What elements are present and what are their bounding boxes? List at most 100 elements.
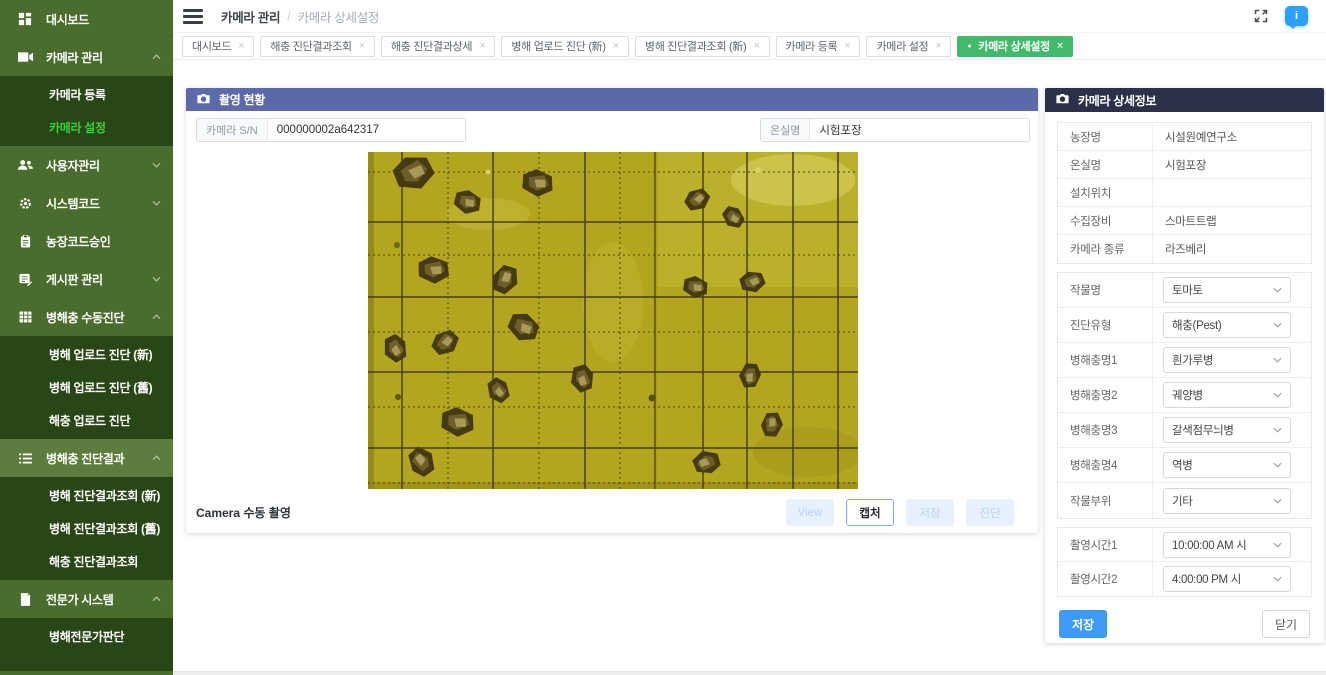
tab-camera-settings[interactable]: 카메라 설정 × (866, 36, 951, 57)
table-row: 설치위치 (1058, 179, 1311, 207)
sidebar-item-disease-result-search-old[interactable]: 병해 진단결과조회 (舊) (0, 512, 173, 545)
tab-camera-detail-settings[interactable]: ● 카메라 상세설정 × (957, 36, 1073, 57)
sidebar-item-user-management[interactable]: 사용자관리 (0, 146, 173, 184)
table-grid-icon (17, 311, 33, 323)
pest-name4-select[interactable]: 역병 (1163, 452, 1291, 478)
close-icon[interactable]: × (238, 41, 244, 52)
sidebar-item-label: 사용자관리 (46, 157, 152, 174)
diagnosis-settings-table: 작물명 토마토 진단유형 해충(Pest) 병해충명1 (1057, 272, 1312, 519)
camera-sn-group: 카메라 S/N (196, 118, 466, 142)
save-capture-button[interactable]: 저장 (906, 499, 954, 526)
tab-pest-diagnosis-result[interactable]: 해충 진단결과조회 × (260, 36, 374, 57)
diagnose-button[interactable]: 진단 (966, 499, 1014, 526)
tab-disease-upload-diagnosis-new[interactable]: 병해 업로드 진단 (新) × (501, 36, 629, 57)
row-label: 병해충명2 (1058, 378, 1153, 412)
select-value: 4:00:00 PM 시 (1172, 571, 1241, 587)
manual-capture-label: Camera 수동 촬영 (196, 504, 291, 521)
greenhouse-group: 온실명 (760, 118, 1030, 142)
tab-camera-register[interactable]: 카메라 등록 × (776, 36, 861, 57)
capture-time2-select[interactable]: 4:00:00 PM 시 (1163, 566, 1291, 592)
sidebar-item-camera-settings[interactable]: 카메라 설정 (0, 111, 173, 144)
sidebar-item-farm-code-approval[interactable]: 농장코드승인 (0, 222, 173, 260)
sidebar-item-disease-upload-diagnosis-new[interactable]: 병해 업로드 진단 (新) (0, 338, 173, 371)
close-icon[interactable]: × (1057, 41, 1063, 52)
select-value: 갈색점무늬병 (1172, 422, 1234, 438)
sidebar-item-pest-manual-diagnosis[interactable]: 병해충 수동진단 (0, 298, 173, 336)
row-label: 촬영시간2 (1058, 562, 1153, 596)
footer-divider (173, 671, 1326, 675)
tab-label: 카메라 설정 (876, 38, 928, 54)
greenhouse-input[interactable] (810, 119, 1029, 141)
sidebar-item-system-code[interactable]: 시스템코드 (0, 184, 173, 222)
pest-name3-select[interactable]: 갈색점무늬병 (1163, 417, 1291, 443)
video-camera-icon (17, 51, 33, 63)
capture-time-table: 촬영시간1 10:00:00 AM 시 촬영시간2 4:00:00 PM 시 (1057, 527, 1312, 597)
crop-name-select[interactable]: 토마토 (1163, 277, 1291, 303)
tab-disease-diagnosis-result-new[interactable]: 병해 진단결과조회 (新) × (635, 36, 770, 57)
camera-sn-input[interactable] (268, 119, 465, 141)
view-button[interactable]: View (786, 499, 834, 526)
fullscreen-icon[interactable] (1253, 8, 1269, 24)
sidebar-item-dashboard[interactable]: 대시보드 (0, 0, 173, 38)
active-dot-icon: ● (967, 43, 971, 50)
sidebar-item-disease-upload-diagnosis-old[interactable]: 병해 업로드 진단 (舊) (0, 371, 173, 404)
capture-status-panel: 촬영 현황 카메라 S/N 온실명 (186, 88, 1038, 533)
pest-name2-select[interactable]: 궤양병 (1163, 382, 1291, 408)
sidebar-item-label: 병해 진단결과조회 (舊) (49, 520, 160, 537)
tab-label: 해충 진단결과상세 (391, 38, 472, 54)
diagnosis-type-select[interactable]: 해충(Pest) (1163, 312, 1291, 338)
select-value: 해충(Pest) (1172, 317, 1221, 333)
close-icon[interactable]: × (359, 41, 365, 52)
close-icon[interactable]: × (753, 41, 759, 52)
sidebar-item-disease-expert-judgement[interactable]: 병해전문가판단 (0, 620, 173, 653)
row-label: 병해충명1 (1058, 343, 1153, 377)
row-value: 스마트트랩 (1153, 213, 1311, 229)
close-icon[interactable]: × (479, 41, 485, 52)
sidebar-item-board-management[interactable]: 게시판 관리 (0, 260, 173, 298)
hamburger-menu-icon[interactable] (183, 9, 203, 24)
camera-management-submenu: 카메라 등록 카메라 설정 (0, 76, 173, 146)
sidebar-item-label: 병해 진단결과조회 (新) (49, 487, 160, 504)
tab-label: 대시보드 (192, 38, 231, 54)
close-button[interactable]: 닫기 (1262, 610, 1310, 638)
pest-name1-select[interactable]: 흰가루병 (1163, 347, 1291, 373)
table-row: 농장명 시설원예연구소 (1058, 123, 1311, 151)
close-icon[interactable]: × (844, 41, 850, 52)
camera-icon (197, 93, 210, 107)
capture-button[interactable]: 캡처 (846, 499, 894, 526)
table-row: 촬영시간2 4:00:00 PM 시 (1058, 562, 1311, 596)
list-icon (17, 453, 33, 464)
table-row: 수집장비 스마트트랩 (1058, 207, 1311, 235)
tab-pest-diagnosis-detail[interactable]: 해충 진단결과상세 × (381, 36, 495, 57)
capture-time1-select[interactable]: 10:00:00 AM 시 (1163, 532, 1291, 558)
sidebar-item-pest-result-search[interactable]: 해충 진단결과조회 (0, 545, 173, 578)
crop-part-select[interactable]: 기타 (1163, 488, 1291, 514)
tab-bar: 대시보드 × 해충 진단결과조회 × 해충 진단결과상세 × 병해 업로드 진단… (173, 33, 1326, 60)
save-button[interactable]: 저장 (1059, 610, 1107, 638)
breadcrumb-separator: / (287, 9, 290, 23)
sidebar-item-diagnosis-results[interactable]: 병해충 진단결과 (0, 439, 173, 477)
sidebar-item-pest-upload-diagnosis[interactable]: 해충 업로드 진단 (0, 404, 173, 437)
chevron-down-icon (1273, 542, 1282, 548)
detail-panel-title: 카메라 상세정보 (1078, 92, 1156, 109)
info-chat-icon[interactable]: i (1285, 6, 1308, 26)
sidebar-item-label: 카메라 등록 (49, 86, 106, 103)
close-icon[interactable]: × (613, 41, 619, 52)
sidebar-item-label: 시스템코드 (46, 195, 152, 212)
sidebar-item-disease-result-search-new[interactable]: 병해 진단결과조회 (新) (0, 479, 173, 512)
sidebar-item-label: 해충 진단결과조회 (49, 553, 138, 570)
tab-dashboard[interactable]: 대시보드 × (182, 36, 254, 57)
sidebar-item-camera-management[interactable]: 카메라 관리 (0, 38, 173, 76)
camera-info-table: 농장명 시설원예연구소 온실명 시험포장 설치위치 수집장비 스마트트랩 카메라… (1057, 122, 1312, 264)
chevron-down-icon (1273, 322, 1282, 328)
table-row: 카메라 종류 라즈베리 (1058, 235, 1311, 263)
sidebar-item-expert-system[interactable]: 전문가 시스템 (0, 580, 173, 618)
expert-system-submenu: 병해전문가판단 (0, 618, 173, 671)
sidebar-item-label: 병해충 수동진단 (46, 309, 152, 326)
sidebar-item-camera-register[interactable]: 카메라 등록 (0, 78, 173, 111)
select-value: 궤양병 (1172, 387, 1203, 403)
breadcrumb-parent[interactable]: 카메라 관리 (221, 7, 280, 26)
select-value: 역병 (1172, 457, 1193, 473)
close-icon[interactable]: × (935, 41, 941, 52)
chevron-down-icon (152, 276, 161, 282)
